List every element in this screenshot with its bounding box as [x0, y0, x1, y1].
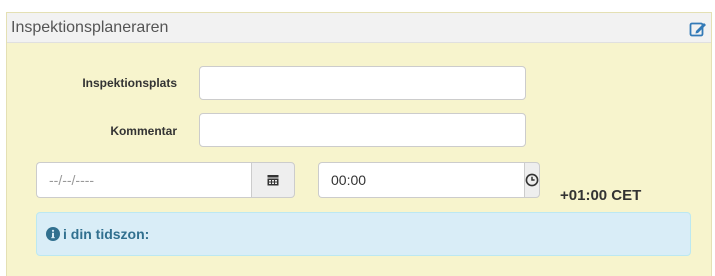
comment-label: Kommentar [110, 124, 177, 138]
clock-icon [525, 173, 539, 187]
inspection-location-label: Inspektionsplats [82, 76, 177, 90]
inspection-planner-panel: Inspektionsplaneraren Inspektionsplats K… [6, 12, 712, 276]
inspection-location-input[interactable] [199, 66, 526, 100]
time-picker-button[interactable] [524, 162, 540, 198]
date-picker [36, 162, 295, 198]
time-input[interactable] [318, 162, 524, 198]
panel-header: Inspektionsplaneraren [7, 13, 711, 43]
date-input[interactable] [36, 162, 251, 198]
timezone-label: +01:00 CET [560, 187, 642, 204]
time-picker [318, 162, 540, 198]
alert-text: i din tidszon: [63, 226, 150, 242]
panel-title: Inspektionsplaneraren [11, 19, 169, 36]
info-circle-icon [46, 227, 60, 241]
comment-input[interactable] [199, 113, 526, 147]
edit-icon[interactable] [689, 20, 707, 38]
calendar-icon [267, 175, 279, 186]
timezone-info-alert: i din tidszon: [36, 212, 691, 256]
date-picker-button[interactable] [251, 162, 295, 198]
